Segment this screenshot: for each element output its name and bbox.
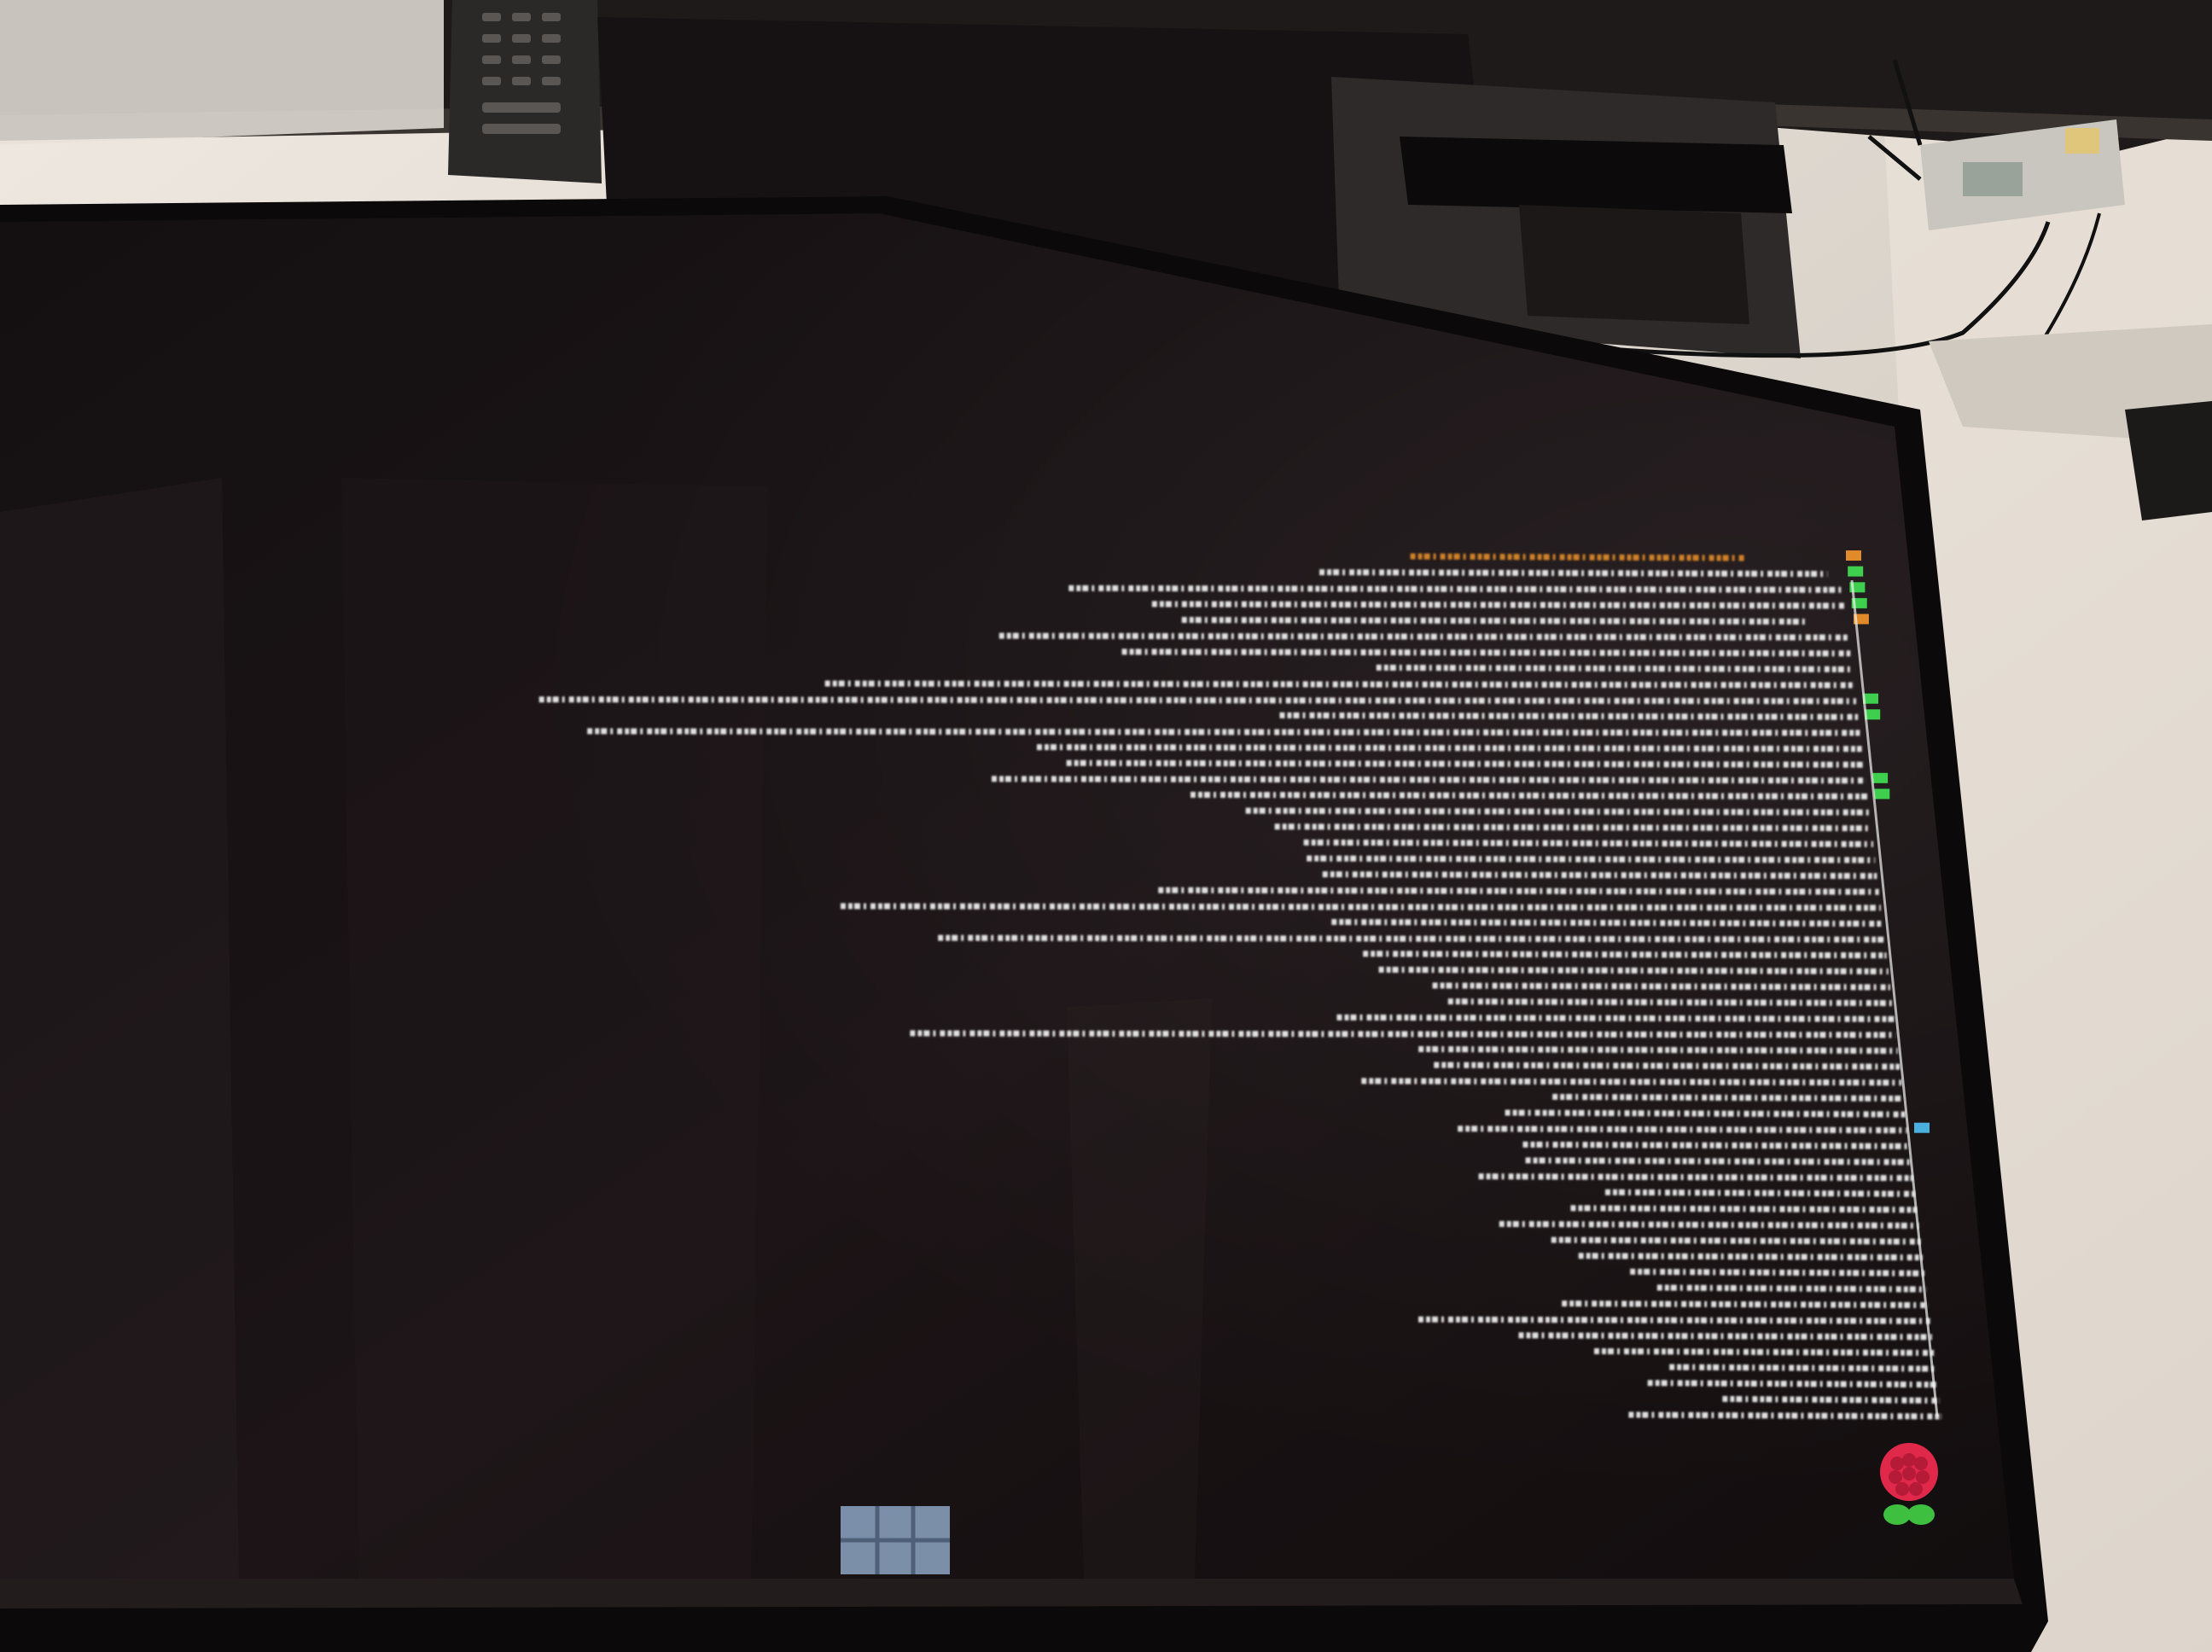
remote-control xyxy=(448,0,602,183)
status-marker xyxy=(1914,1122,1930,1133)
raspberry-pi-logo xyxy=(1880,1443,1938,1525)
window-reflection xyxy=(841,1506,950,1574)
shelf-white-left xyxy=(0,0,444,145)
console-line xyxy=(1669,1364,1936,1372)
photo-scene xyxy=(0,0,2212,1652)
console-line xyxy=(1378,966,1889,974)
console-line xyxy=(1417,1316,1930,1324)
status-marker xyxy=(1872,772,1889,783)
console-line xyxy=(1036,744,1862,753)
console-line xyxy=(1319,569,1828,578)
screen-reflection xyxy=(0,478,239,1579)
status-marker xyxy=(1846,550,1861,561)
console-line xyxy=(1158,887,1879,895)
status-marker xyxy=(1874,788,1890,800)
console-line xyxy=(1181,617,1807,625)
console-line xyxy=(538,696,1857,705)
status-marker xyxy=(1848,566,1864,577)
console-line xyxy=(1190,791,1868,800)
console-line xyxy=(1458,1126,1908,1134)
console-line xyxy=(1322,871,1877,880)
console-line xyxy=(1336,1014,1895,1022)
